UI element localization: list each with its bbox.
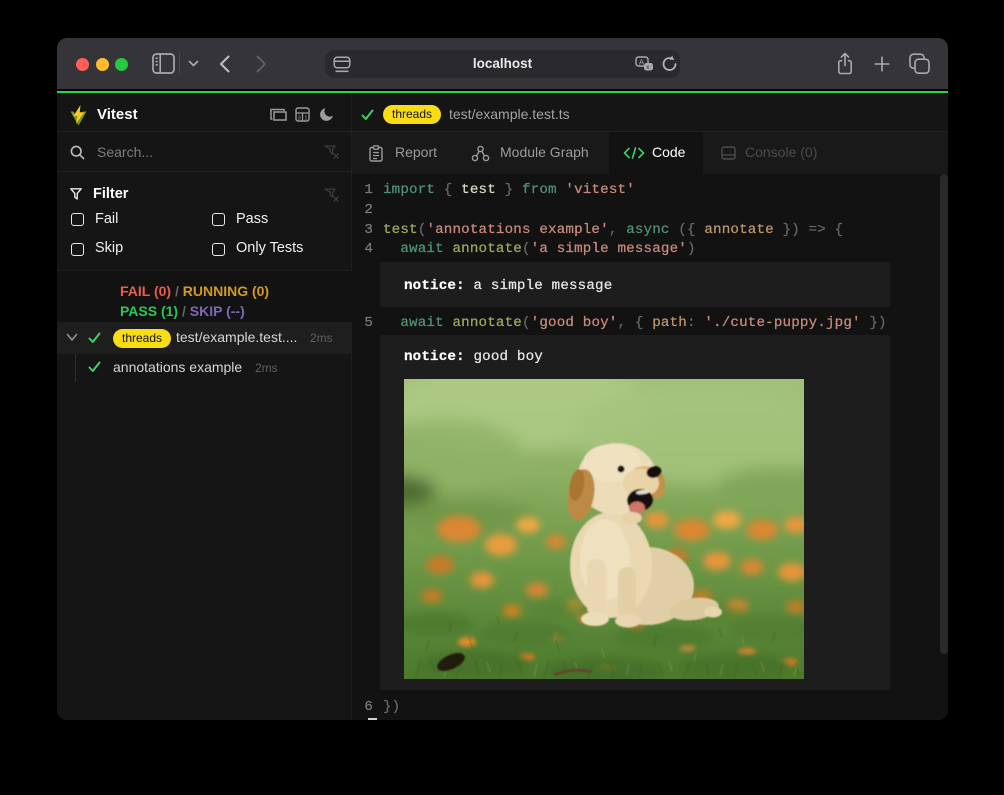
svg-text:x: x [646,65,649,71]
svg-text:1: 1 [304,115,307,121]
svg-text:A: A [639,58,644,67]
svg-text:3: 3 [298,115,301,121]
